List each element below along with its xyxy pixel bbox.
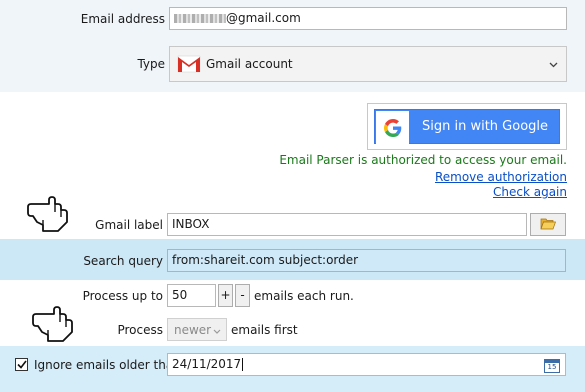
email-address-value: @gmail.com xyxy=(226,11,301,25)
type-selected-value: Gmail account xyxy=(206,57,293,71)
process-order-value: newer xyxy=(174,322,212,337)
increment-button[interactable]: + xyxy=(218,284,233,307)
remove-authorization-link[interactable]: Remove authorization xyxy=(435,170,567,184)
email-address-label: Email address xyxy=(80,12,165,26)
folder-open-icon xyxy=(540,217,556,233)
checkmark-icon xyxy=(16,358,27,372)
process-order-label: Process xyxy=(117,323,163,337)
search-query-field[interactable]: from:shareit.com subject:order xyxy=(167,249,566,272)
google-button-body: Sign in with Google xyxy=(374,109,560,144)
emails-each-run-text: emails each run. xyxy=(254,289,354,303)
calendar-icon: 15 xyxy=(544,358,560,373)
search-query-label: Search query xyxy=(83,254,163,268)
hand-pointer-icon xyxy=(32,302,76,349)
gmail-label-label: Gmail label xyxy=(95,218,163,232)
sign-in-with-google-button[interactable]: Sign in with Google xyxy=(367,103,567,150)
gmail-icon xyxy=(177,55,201,73)
decrement-button[interactable]: - xyxy=(235,284,250,307)
process-up-to-label: Process up to xyxy=(82,289,163,303)
chevron-down-icon xyxy=(213,323,221,337)
calendar-day-number: 15 xyxy=(547,362,557,371)
ignore-older-date-value: 24/11/2017 xyxy=(172,357,242,371)
email-address-field[interactable]: @gmail.com xyxy=(169,7,567,30)
browse-labels-button[interactable] xyxy=(530,213,566,236)
chevron-down-icon xyxy=(549,57,558,71)
calendar-button[interactable]: 15 xyxy=(542,356,562,374)
check-again-link[interactable]: Check again xyxy=(493,185,567,199)
google-g-icon xyxy=(376,111,409,144)
type-label: Type xyxy=(137,57,165,71)
text-cursor xyxy=(242,358,244,371)
ignore-older-date-field[interactable]: 24/11/2017 xyxy=(167,353,566,376)
hand-pointer-icon xyxy=(27,192,71,239)
type-select[interactable]: Gmail account xyxy=(169,46,567,82)
gmail-label-field[interactable]: INBOX xyxy=(167,213,527,236)
emails-first-text: emails first xyxy=(231,323,298,337)
authorization-status-text: Email Parser is authorized to access you… xyxy=(279,153,567,167)
sign-in-with-google-label: Sign in with Google xyxy=(421,119,549,134)
ignore-older-checkbox[interactable] xyxy=(15,358,28,371)
process-count-field[interactable]: 50 xyxy=(167,284,216,307)
process-order-select[interactable]: newer xyxy=(167,318,227,341)
email-redacted-prefix xyxy=(174,14,226,23)
ignore-older-label: Ignore emails older than xyxy=(34,358,181,372)
